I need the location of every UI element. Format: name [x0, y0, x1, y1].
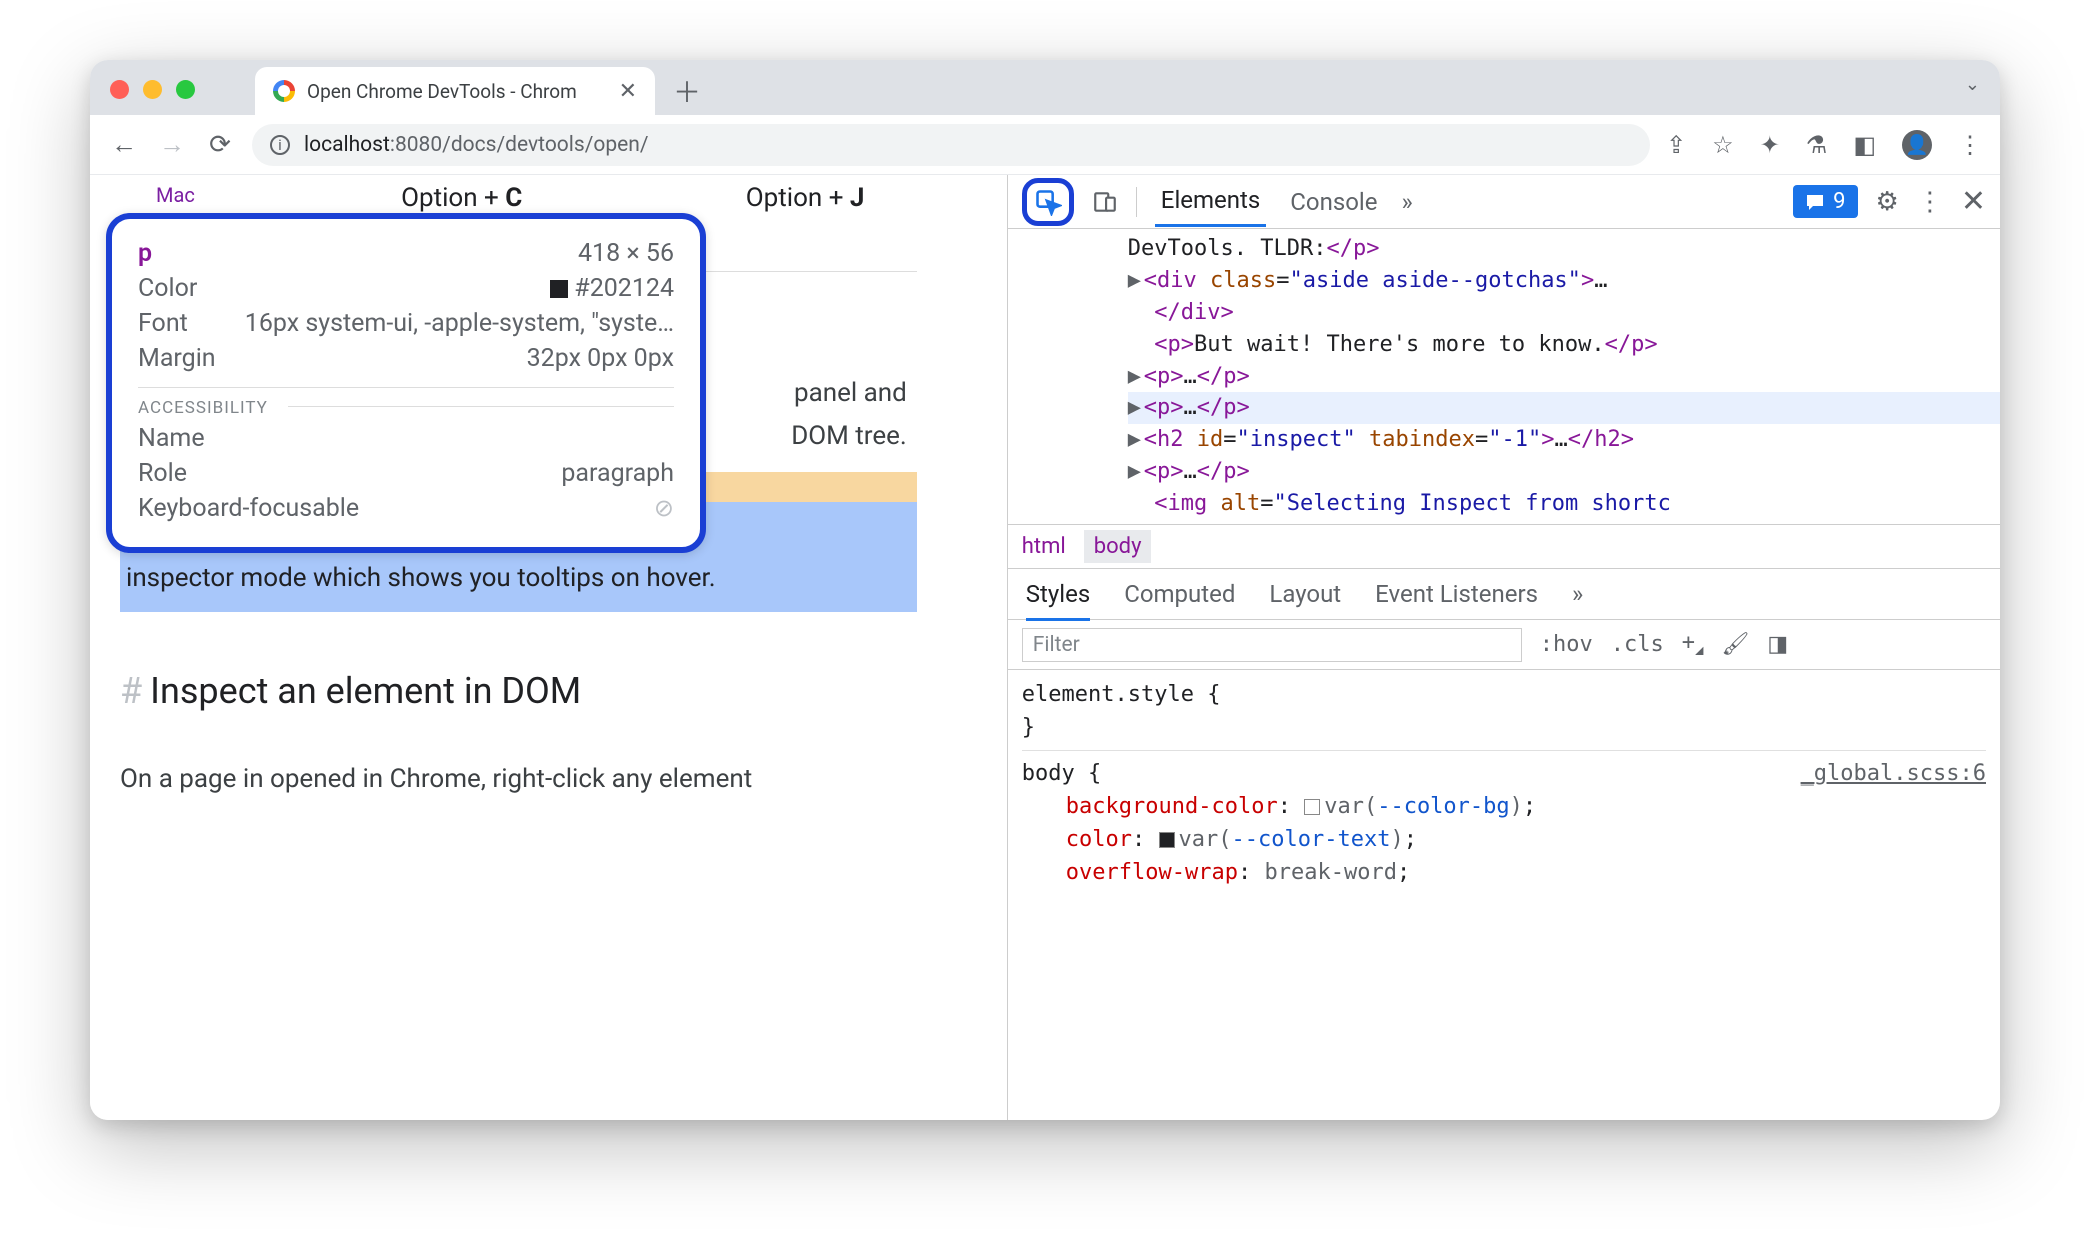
hover-state-button[interactable]: :hov — [1540, 632, 1593, 657]
dom-tree[interactable]: DevTools. TLDR:</p> ▶<div class="aside a… — [1008, 229, 2000, 524]
styles-body[interactable]: element.style { } body { _global.scss:6 b… — [1008, 670, 2000, 1120]
close-devtools-icon[interactable]: ✕ — [1961, 184, 1986, 219]
tooltip-color-value: #202124 — [550, 274, 674, 303]
tab-elements[interactable]: Elements — [1155, 176, 1266, 227]
omnibox[interactable]: i localhost:8080/docs/devtools/open/ — [252, 124, 1650, 166]
tab-computed[interactable]: Computed — [1124, 580, 1235, 608]
dom-line-selected[interactable]: ▶<p>…</p> — [1128, 392, 2000, 424]
window-controls — [110, 80, 195, 99]
cls-button[interactable]: .cls — [1611, 632, 1664, 657]
tab-event-listeners[interactable]: Event Listeners — [1375, 580, 1538, 608]
reload-button[interactable]: ⟳ — [204, 130, 236, 160]
crumb-html[interactable]: html — [1022, 534, 1066, 559]
url-host: localhost — [304, 133, 390, 157]
dom-line[interactable]: ▶<p>…</p> — [1128, 456, 2000, 488]
rendered-page: Mac Option + C Option + J panel and DOM … — [90, 175, 1007, 1120]
devtools-toolbar: Elements Console » 9 ⚙ ⋮ ✕ — [1008, 175, 2000, 229]
kebab-menu-icon[interactable]: ⋮ — [1917, 187, 1943, 217]
browser-window: Open Chrome DevTools - Chrom ✕ ＋ ⌄ ← → ⟳… — [90, 60, 2000, 1120]
address-bar: ← → ⟳ i localhost:8080/docs/devtools/ope… — [90, 115, 2000, 175]
dom-line[interactable]: DevTools. TLDR:</p> — [1128, 233, 2000, 265]
th-option-c: Option + C — [290, 183, 633, 213]
tooltip-role-value: paragraph — [561, 459, 674, 488]
th-mac: Mac — [120, 183, 290, 213]
breadcrumb-bar: html body — [1008, 524, 2000, 568]
dom-line[interactable]: </div> — [1128, 297, 2000, 329]
tab-styles[interactable]: Styles — [1026, 580, 1090, 621]
dom-line[interactable]: <img alt="Selecting Inspect from shortc — [1128, 488, 2000, 520]
new-tab-button[interactable]: ＋ — [667, 71, 707, 111]
paragraph-after-h2: On a page in opened in Chrome, right-cli… — [120, 760, 977, 799]
more-styles-tabs-icon[interactable]: » — [1572, 580, 1583, 608]
extensions-icon[interactable]: ✦ — [1760, 131, 1780, 159]
maximize-window-button[interactable] — [176, 80, 195, 99]
tooltip-dimensions: 418 × 56 — [578, 239, 674, 268]
css-prop[interactable]: color — [1066, 827, 1132, 852]
heading-inspect-element: #Inspect an element in DOM — [120, 670, 977, 712]
source-link[interactable]: _global.scss:6 — [1801, 757, 1986, 790]
inspect-element-button[interactable] — [1022, 178, 1074, 226]
device-toggle-button[interactable] — [1092, 189, 1118, 215]
minimize-window-button[interactable] — [143, 80, 162, 99]
sidepanel-icon[interactable]: ◧ — [1853, 131, 1876, 159]
issues-badge[interactable]: 9 — [1793, 185, 1857, 218]
tooltip-name-label: Name — [138, 424, 205, 453]
back-button[interactable]: ← — [108, 129, 140, 160]
element-inspect-tooltip: p 418 × 56 Color #202124 Font 16px system-u… — [106, 213, 706, 553]
settings-icon[interactable]: ⚙ — [1876, 187, 1899, 217]
site-info-icon[interactable]: i — [270, 135, 290, 155]
dom-line[interactable]: <p>But wait! There's more to know.</p> — [1128, 329, 2000, 361]
tooltip-margin-label: Margin — [138, 344, 216, 373]
dom-line[interactable]: ▶<div class="aside aside--gotchas">… — [1128, 265, 2000, 297]
styles-filter-input[interactable]: Filter — [1022, 628, 1522, 662]
close-tab-icon[interactable]: ✕ — [619, 79, 637, 104]
url-port: :8080 — [390, 133, 442, 157]
css-prop[interactable]: overflow-wrap — [1066, 860, 1238, 885]
tab-layout[interactable]: Layout — [1269, 580, 1341, 608]
chrome-favicon — [273, 80, 295, 102]
th-option-j: Option + J — [633, 183, 976, 213]
share-icon[interactable]: ⇪ — [1666, 131, 1686, 159]
dom-line[interactable]: ▶<p>…</p> — [1128, 361, 2000, 393]
paint-icon[interactable]: 🖌 — [1721, 632, 1749, 657]
forward-button[interactable]: → — [156, 129, 188, 160]
labs-icon[interactable]: ⚗ — [1806, 131, 1828, 159]
tooltip-role-label: Role — [138, 459, 187, 488]
tooltip-margin-value: 32px 0px 0px — [527, 344, 674, 373]
new-style-rule-icon[interactable]: +◢ — [1682, 630, 1704, 658]
dom-line[interactable]: ▶<h2 id="inspect" tabindex="-1">…</h2> — [1128, 424, 2000, 456]
computed-sidebar-icon[interactable]: ◨ — [1767, 632, 1788, 657]
tooltip-keyboard-label: Keyboard-focusable — [138, 494, 359, 523]
tooltip-a11y-header: ACCESSIBILITY — [138, 387, 674, 418]
tab-title: Open Chrome DevTools - Chrom — [307, 80, 577, 103]
not-focusable-icon: ⊘ — [654, 494, 674, 523]
css-prop[interactable]: background-color — [1066, 794, 1278, 819]
toolbar-icons: ⇪ ☆ ✦ ⚗ ◧ 👤 ⋮ — [1666, 130, 1982, 160]
tooltip-font-value: 16px system-ui, -apple-system, "syste… — [245, 309, 674, 338]
tooltip-color-label: Color — [138, 274, 197, 303]
profile-avatar[interactable]: 👤 — [1902, 130, 1932, 160]
styles-tabs: Styles Computed Layout Event Listeners » — [1008, 568, 2000, 620]
menu-icon[interactable]: ⋮ — [1958, 131, 1982, 159]
browser-tab[interactable]: Open Chrome DevTools - Chrom ✕ — [255, 67, 655, 115]
url-path: /docs/devtools/open/ — [442, 133, 648, 157]
bookmark-icon[interactable]: ☆ — [1712, 131, 1734, 159]
tab-list-chevron-icon[interactable]: ⌄ — [1965, 74, 1980, 95]
element-style-selector: element.style { — [1022, 682, 1221, 707]
close-window-button[interactable] — [110, 80, 129, 99]
crumb-body[interactable]: body — [1084, 530, 1152, 563]
devtools-panel: Elements Console » 9 ⚙ ⋮ ✕ DevTools. TLD… — [1007, 175, 2000, 1120]
content-area: Mac Option + C Option + J panel and DOM … — [90, 175, 2000, 1120]
shortcuts-table-header: Mac Option + C Option + J — [120, 183, 977, 213]
body-selector: body { — [1022, 761, 1101, 786]
more-tabs-icon[interactable]: » — [1401, 188, 1412, 216]
tab-strip: Open Chrome DevTools - Chrom ✕ ＋ ⌄ — [90, 60, 2000, 115]
tooltip-tag: p — [138, 239, 152, 268]
brace-close: } — [1022, 711, 1986, 744]
styles-filter-bar: Filter :hov .cls +◢ 🖌 ◨ — [1008, 620, 2000, 670]
tooltip-font-label: Font — [138, 309, 188, 338]
tab-console[interactable]: Console — [1284, 178, 1383, 226]
